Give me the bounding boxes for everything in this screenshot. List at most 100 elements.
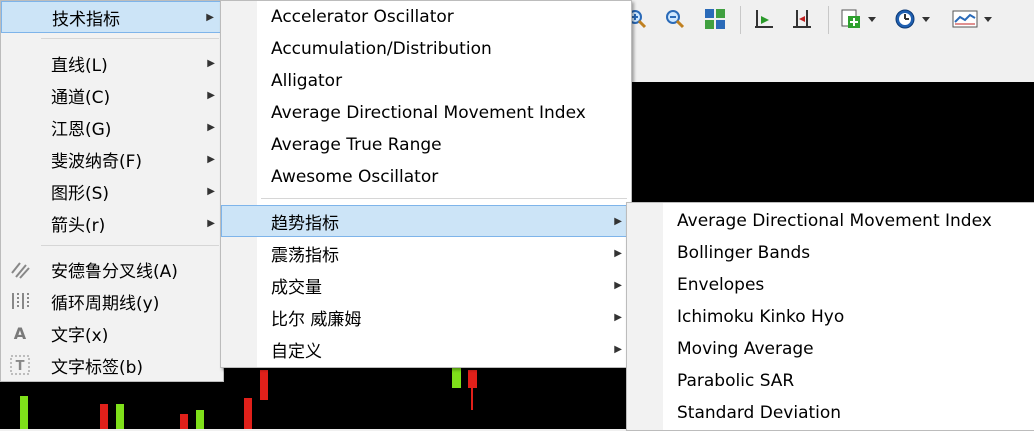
- menu-item-volumes[interactable]: 成交量 ▶: [221, 269, 631, 301]
- menu-item-label: 文字标签(b): [51, 357, 144, 378]
- menu-item-label: Accumulation/Distribution: [271, 39, 492, 59]
- menu-item-label: 直线(L): [51, 55, 108, 76]
- menu-item-arrows[interactable]: 箭头(r) ▶: [1, 207, 223, 239]
- menu-item-shapes[interactable]: 图形(S) ▶: [1, 175, 223, 207]
- menu-item-label: Accelerator Oscillator: [271, 7, 454, 27]
- autoscroll-icon[interactable]: [788, 4, 816, 34]
- submenu-arrow-icon: ▶: [614, 215, 622, 227]
- menu-item-label: Average True Range: [271, 135, 442, 155]
- menu-item-gann[interactable]: 江恩(G) ▶: [1, 111, 223, 143]
- candle: [468, 370, 477, 388]
- candle: [116, 404, 124, 429]
- submenu-arrow-icon: ▶: [207, 185, 215, 197]
- chart-shift-icon[interactable]: [750, 4, 778, 34]
- menu-item-trend[interactable]: Standard Deviation: [627, 397, 1034, 429]
- templates-icon[interactable]: [950, 4, 998, 34]
- menu-item-fibonacci[interactable]: 斐波纳奇(F) ▶: [1, 143, 223, 175]
- menu-item-indicator[interactable]: Awesome Oscillator: [221, 161, 631, 193]
- text-icon: A: [13, 323, 27, 343]
- menu-item-custom[interactable]: 自定义 ▶: [221, 333, 631, 365]
- insert-menu: 技术指标 ▶ 直线(L) ▶ 通道(C) ▶ 江恩(G) ▶ 斐波纳奇(F) ▶…: [0, 0, 224, 382]
- submenu-arrow-icon: ▶: [207, 89, 215, 101]
- menu-item-label: 自定义: [271, 341, 322, 362]
- menu-item-label: Standard Deviation: [677, 403, 842, 423]
- menu-item-channels[interactable]: 通道(C) ▶: [1, 79, 223, 111]
- menu-item-trend[interactable]: Average Directional Movement Index: [627, 205, 1034, 237]
- menu-item-text[interactable]: A 文字(x): [1, 317, 223, 349]
- menu-item-label: 图形(S): [51, 183, 110, 204]
- menu-item-label: Alligator: [271, 71, 343, 91]
- periods-clock-icon[interactable]: [892, 4, 936, 34]
- submenu-arrow-icon: ▶: [207, 217, 215, 229]
- toolbar: [620, 0, 1034, 41]
- menu-separator: [261, 198, 627, 199]
- add-indicator-icon[interactable]: [838, 4, 882, 34]
- menu-item-oscillators[interactable]: 震荡指标 ▶: [221, 237, 631, 269]
- menu-item-indicator[interactable]: Accelerator Oscillator: [221, 1, 631, 33]
- menu-item-andrews-pitchfork[interactable]: 安德鲁分叉线(A): [1, 253, 223, 285]
- submenu-arrow-icon: ▶: [207, 153, 215, 165]
- menu-item-label: Average Directional Movement Index: [271, 103, 586, 123]
- submenu-arrow-icon: ▶: [206, 11, 214, 23]
- candle-wick: [471, 388, 473, 410]
- menu-item-label: 箭头(r): [51, 215, 106, 236]
- menu-item-lines[interactable]: 直线(L) ▶: [1, 47, 223, 79]
- menu-item-trend[interactable]: Bollinger Bands: [627, 237, 1034, 269]
- candle: [452, 368, 461, 388]
- indicators-submenu: Accelerator Oscillator Accumulation/Dist…: [220, 0, 632, 368]
- toolbar-separator: [740, 6, 741, 34]
- menu-item-trend[interactable]: Ichimoku Kinko Hyo: [627, 301, 1034, 333]
- zoom-out-icon[interactable]: [662, 4, 688, 34]
- submenu-arrow-icon: ▶: [207, 121, 215, 133]
- text-label-icon: T: [9, 354, 31, 376]
- menu-item-technical-indicators[interactable]: 技术指标 ▶: [1, 1, 223, 33]
- menu-item-label: 通道(C): [51, 87, 111, 108]
- candle: [100, 404, 108, 429]
- toolbar-separator: [828, 6, 829, 34]
- cycle-lines-icon: [9, 290, 31, 312]
- menu-item-label: 安德鲁分叉线(A): [51, 261, 178, 282]
- menu-item-label: 循环周期线(y): [51, 293, 160, 314]
- andrews-pitchfork-icon: [9, 258, 31, 280]
- menu-item-trend-indicators[interactable]: 趋势指标 ▶: [221, 205, 631, 237]
- svg-text:T: T: [16, 359, 25, 374]
- menu-item-label: 成交量: [271, 277, 322, 298]
- menu-item-indicator[interactable]: Average Directional Movement Index: [221, 97, 631, 129]
- menu-item-label: Bollinger Bands: [677, 243, 811, 263]
- candle: [20, 396, 28, 429]
- candle: [244, 398, 252, 429]
- submenu-arrow-icon: ▶: [614, 343, 622, 355]
- menu-separator: [41, 245, 219, 246]
- menu-item-text-label[interactable]: T 文字标签(b): [1, 349, 223, 381]
- menu-item-bill-williams[interactable]: 比尔 威廉姆 ▶: [221, 301, 631, 333]
- menu-item-label: Parabolic SAR: [677, 371, 795, 391]
- menu-item-label: Average Directional Movement Index: [677, 211, 992, 231]
- candle: [180, 414, 188, 429]
- candle: [196, 410, 204, 429]
- menu-item-label: 技术指标: [52, 9, 120, 30]
- tile-windows-icon[interactable]: [702, 4, 728, 34]
- menu-item-trend[interactable]: Envelopes: [627, 269, 1034, 301]
- candle: [260, 370, 268, 400]
- trend-indicators-submenu: Average Directional Movement Index Bolli…: [626, 202, 1034, 431]
- menu-item-trend[interactable]: Parabolic SAR: [627, 365, 1034, 397]
- menu-item-indicator[interactable]: Average True Range: [221, 129, 631, 161]
- submenu-arrow-icon: ▶: [614, 279, 622, 291]
- menu-item-indicator[interactable]: Accumulation/Distribution: [221, 33, 631, 65]
- menu-item-label: 斐波纳奇(F): [51, 151, 143, 172]
- menu-item-label: 江恩(G): [51, 119, 112, 140]
- menu-item-label: Moving Average: [677, 339, 814, 359]
- chart-area[interactable]: [600, 82, 1034, 202]
- menu-item-label: Envelopes: [677, 275, 765, 295]
- menu-item-label: 文字(x): [51, 325, 109, 346]
- menu-item-label: 比尔 威廉姆: [271, 309, 362, 330]
- menu-item-cycle-lines[interactable]: 循环周期线(y): [1, 285, 223, 317]
- submenu-arrow-icon: ▶: [614, 311, 622, 323]
- menu-item-indicator[interactable]: Alligator: [221, 65, 631, 97]
- menu-item-label: Awesome Oscillator: [271, 167, 439, 187]
- menu-separator: [41, 38, 219, 39]
- submenu-arrow-icon: ▶: [207, 57, 215, 69]
- toolbar-empty-area: [620, 40, 1034, 82]
- menu-item-label: 趋势指标: [271, 213, 339, 234]
- menu-item-trend[interactable]: Moving Average: [627, 333, 1034, 365]
